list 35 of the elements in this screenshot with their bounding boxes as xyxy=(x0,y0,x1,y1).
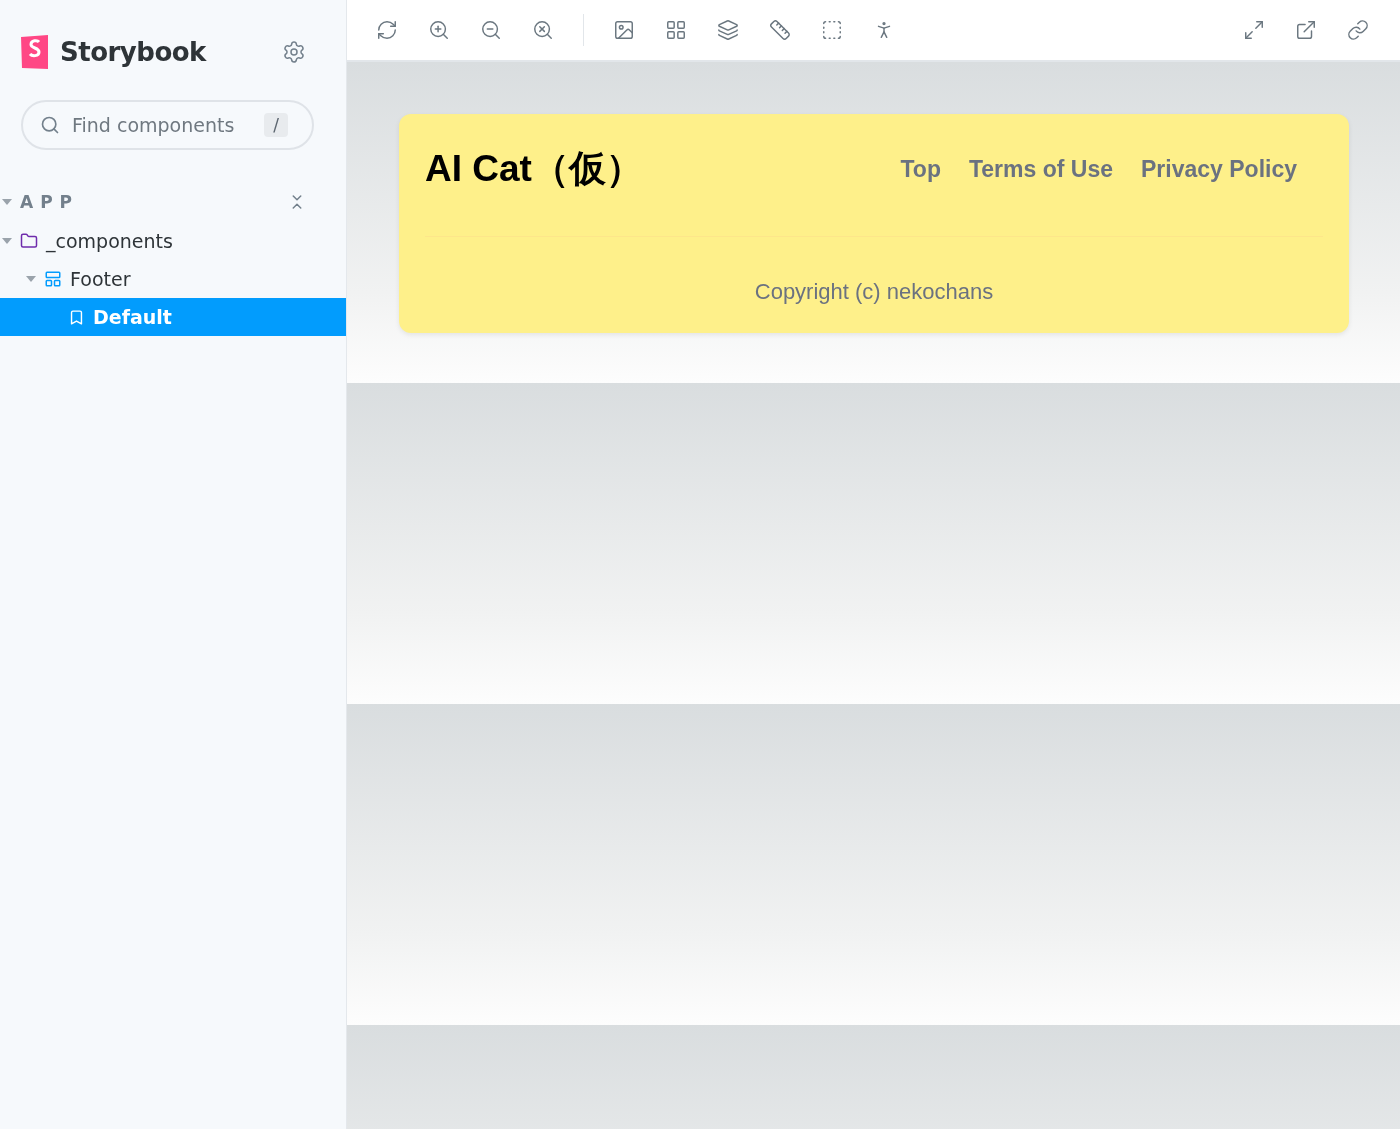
tree-item[interactable]: Default xyxy=(0,298,346,336)
caret-icon xyxy=(2,198,12,206)
grid-icon xyxy=(665,19,687,41)
copyright-text: Copyright (c) nekochans xyxy=(753,279,995,305)
folder-icon xyxy=(20,232,38,250)
refresh-icon xyxy=(376,19,398,41)
ruler-icon xyxy=(769,19,791,41)
footer-link[interactable]: Terms of Use xyxy=(969,155,1113,183)
caret-icon xyxy=(2,237,12,245)
group-label: APP xyxy=(20,192,80,212)
zoom-in-icon xyxy=(428,19,450,41)
shortcut-key: / xyxy=(264,113,288,137)
layers-icon xyxy=(717,19,739,41)
image-icon xyxy=(613,19,635,41)
brand-name: Storybook xyxy=(60,37,206,67)
zoom-reset-icon xyxy=(532,19,554,41)
tree-item[interactable]: _components xyxy=(0,222,346,260)
tree-item[interactable]: Footer xyxy=(0,260,346,298)
bookmark-icon xyxy=(68,308,85,326)
site-title: AI Cat（仮） xyxy=(425,147,643,191)
logo-icon xyxy=(20,34,50,70)
footer-link[interactable]: Privacy Policy xyxy=(1141,155,1297,183)
tree-group[interactable]: APP xyxy=(0,182,346,222)
dashed-square-icon xyxy=(821,19,843,41)
search-bar[interactable]: Find components / xyxy=(21,100,314,150)
zoom-out-icon xyxy=(480,19,502,41)
settings-icon[interactable] xyxy=(282,40,306,64)
external-link-icon xyxy=(1295,19,1317,41)
component-icon xyxy=(44,270,62,288)
fullscreen-icon xyxy=(1243,19,1265,41)
link-icon xyxy=(1347,19,1369,41)
search-icon xyxy=(40,115,60,135)
footer-link[interactable]: Top xyxy=(900,155,941,183)
search-input[interactable]: Find components xyxy=(70,113,255,137)
caret-icon xyxy=(26,275,36,283)
